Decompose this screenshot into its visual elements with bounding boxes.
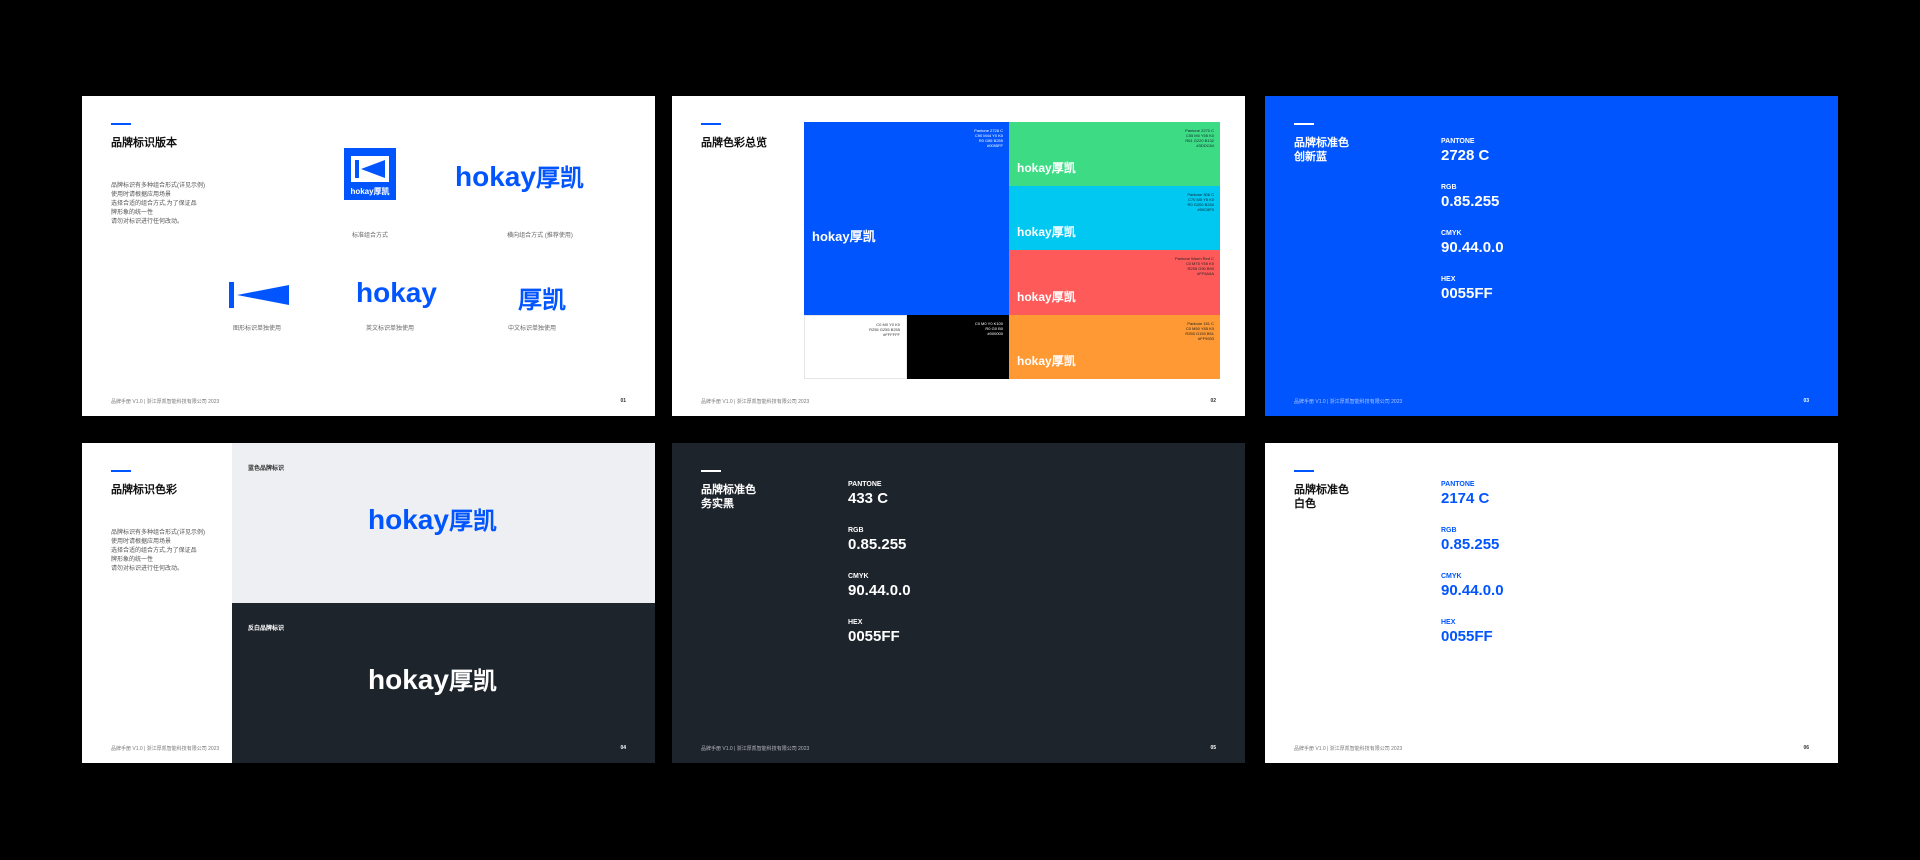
logo-white: hokay厚凯 [368,664,497,695]
swatch-black: C0 M0 Y0 K100 R0 G0 B0 #000000 [907,315,1009,379]
logo-chinese: 厚凯 [518,287,566,314]
slide-title: 品牌标准色 务实黑 [701,484,756,510]
accent-line [701,123,721,125]
slide-description: 品牌标识有多种组合形式(详见示例) 使用时请根据应用场景 选择合适的组合方式,为… [111,183,205,225]
color-spec-list: PANTONE 2728 C RGB 0.85.255 CMYK 90.44.0… [1441,138,1504,322]
spec-value-rgb: 0.85.255 [1441,193,1500,210]
page-number: 04 [620,745,626,751]
slide-description: 品牌标识有多种组合形式(详见示例) 使用时请根据应用场景 选择合适的组合方式,为… [111,530,205,572]
slide-title: 品牌标识版本 [111,137,177,149]
spec-label-hex: HEX [848,619,863,626]
slide-standard-color-black: 品牌标准色 务实黑 PANTONE 433 C RGB 0.85.255 CMY… [672,443,1245,763]
logo-caption-chinese: 中文标识单独使用 [507,326,556,332]
spec-value-cmyk: 90.44.0.0 [1441,239,1504,256]
color-spec-list: PANTONE 2174 C RGB 0.85.255 CMYK 90.44.0… [1441,481,1504,665]
spec-value-hex: 0055FF [848,628,900,645]
logo-caption-horizontal: 横向组合方式 (推荐使用) [507,233,573,239]
page-number: 03 [1803,398,1809,404]
spec-label-rgb: RGB [1441,527,1457,534]
slide-title: 品牌色彩总览 [701,137,767,149]
spec-label-cmyk: CMYK [1441,573,1462,580]
logo-caption-graphic: 图形标识单独使用 [232,326,281,332]
slide-footer: 品牌手册 V1.0 | 浙江厚凯智能科技有限公司 2023 [701,746,810,752]
slide-footer: 品牌手册 V1.0 | 浙江厚凯智能科技有限公司 2023 [1294,399,1403,405]
logo-horizontal: hokay厚凯 [455,161,584,192]
slide-title: 品牌标识色彩 [111,484,177,496]
spec-label-cmyk: CMYK [848,573,869,580]
spec-label-pantone: PANTONE [1441,138,1475,145]
logo-english: hokay [356,277,437,308]
page-number: 06 [1803,745,1809,751]
spec-value-pantone: 433 C [848,490,889,507]
spec-label-hex: HEX [1441,276,1456,283]
swatch-logo: hokay厚凯 [1017,354,1076,368]
logo-blue: hokay厚凯 [368,504,497,535]
panel-label: 蓝色品牌标识 [248,466,285,472]
slide-standard-color-white: 品牌标准色 白色 PANTONE 2174 C RGB 0.85.255 CMY… [1265,443,1838,763]
logo-caption-standard: 标准组合方式 [351,233,388,239]
swatch-orange: Pantone 151 C C0 M50 Y85 K0 R255 G153 B5… [1009,315,1220,379]
slide-logo-versions: 品牌标识版本 品牌标识有多种组合形式(详见示例) 使用时请根据应用场景 选择合适… [82,96,655,416]
swatch-logo: hokay厚凯 [812,229,876,244]
swatch-red: Pantone Warm Red C C0 M75 Y55 K0 R255 G9… [1009,250,1220,315]
logo-panel-light: 蓝色品牌标识 hokay厚凯 [232,443,655,603]
slide-footer: 品牌手册 V1.0 | 浙江厚凯智能科技有限公司 2023 [1294,746,1403,752]
spec-label-cmyk: CMYK [1441,230,1462,237]
spec-value-hex: 0055FF [1441,628,1493,645]
spec-label-rgb: RGB [848,527,864,534]
accent-line [701,470,721,472]
slide-logo-colors: 品牌标识色彩 品牌标识有多种组合形式(详见示例) 使用时请根据应用场景 选择合适… [82,443,655,763]
slide-footer: 品牌手册 V1.0 | 浙江厚凯智能科技有限公司 2023 [111,399,220,405]
spec-label-pantone: PANTONE [848,481,882,488]
spec-label-rgb: RGB [1441,184,1457,191]
spec-value-pantone: 2174 C [1441,490,1490,507]
slide-title: 品牌标准色 创新蓝 [1294,137,1349,163]
logo-mark-box: hokay厚凯 [344,148,396,200]
logo-panel-dark: 反白品牌标识 hokay厚凯 [232,603,655,763]
page-number: 05 [1210,745,1216,751]
swatch-logo: hokay厚凯 [1017,161,1076,175]
spec-value-rgb: 0.85.255 [1441,536,1500,553]
swatch-cyan: Pantone 306 C C70 M0 Y5 K0 R0 G200 B240 … [1009,186,1220,250]
spec-value-pantone: 2728 C [1441,147,1490,164]
slide-footer: 品牌手册 V1.0 | 浙江厚凯智能科技有限公司 2023 [111,746,220,752]
accent-line [111,470,131,472]
color-spec-list: PANTONE 433 C RGB 0.85.255 CMYK 90.44.0.… [848,481,911,665]
swatch-green: Pantone 2270 C C55 M0 Y55 K0 R61 G220 B1… [1009,122,1220,186]
slide-standard-color-blue: 品牌标准色 创新蓝 PANTONE 2728 C RGB 0.85.255 CM… [1265,96,1838,416]
swatch-logo: hokay厚凯 [1017,290,1076,304]
accent-line [111,123,131,125]
spec-value-rgb: 0.85.255 [848,536,907,553]
logo-caption-english: 英文标识单独使用 [365,326,414,332]
swatch-blue: Pantone 2728 C C90 M44 Y0 K0 R0 G85 B255… [804,122,1009,315]
page-number: 02 [1210,398,1216,404]
spec-label-pantone: PANTONE [1441,481,1475,488]
spec-value-hex: 0055FF [1441,285,1493,302]
panel-label: 反白品牌标识 [248,626,285,632]
spec-value-cmyk: 90.44.0.0 [848,582,911,599]
slide-footer: 品牌手册 V1.0 | 浙江厚凯智能科技有限公司 2023 [701,399,810,405]
accent-line [1294,123,1314,125]
logo-mark-wordmark: hokay厚凯 [350,187,390,196]
slide-title: 品牌标准色 白色 [1294,484,1349,510]
graphic-mark-icon [229,282,289,308]
accent-line [1294,470,1314,472]
spec-value-cmyk: 90.44.0.0 [1441,582,1504,599]
swatch-white: C0 M0 Y0 K0 R255 G255 B255 #FFFFFF [804,315,907,379]
page-number: 01 [620,398,626,404]
spec-label-hex: HEX [1441,619,1456,626]
swatch-logo: hokay厚凯 [1017,225,1076,239]
slide-color-overview: 品牌色彩总览 Pantone 2728 C C90 M44 Y0 K0 R0 G… [672,96,1245,416]
